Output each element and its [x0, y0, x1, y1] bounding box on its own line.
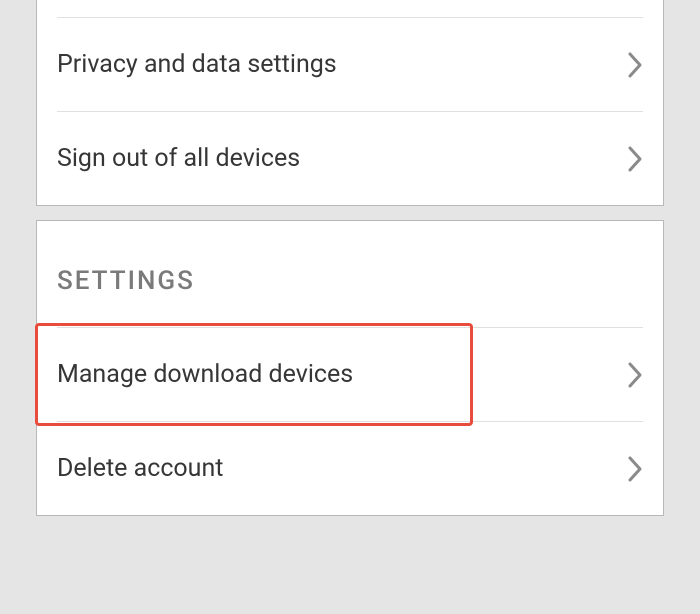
row-label: Privacy and data settings [57, 50, 337, 79]
row-label: Delete account [57, 454, 223, 483]
row-label: Manage download devices [57, 360, 353, 389]
divider [57, 0, 643, 18]
delete-account-row[interactable]: Delete account [57, 422, 643, 515]
chevron-right-icon [628, 146, 643, 172]
sign-out-all-devices-row[interactable]: Sign out of all devices [57, 112, 643, 205]
manage-download-devices-row[interactable]: Manage download devices [57, 328, 643, 422]
chevron-right-icon [628, 456, 643, 482]
chevron-right-icon [628, 362, 643, 388]
section-header-settings: SETTINGS [37, 221, 663, 296]
settings-group-1: Privacy and data settings Sign out of al… [36, 0, 664, 206]
row-label: Sign out of all devices [57, 144, 300, 173]
divider [57, 296, 643, 328]
settings-group-2: SETTINGS Manage download devices Delete … [36, 220, 664, 516]
chevron-right-icon [628, 52, 643, 78]
privacy-and-data-settings-row[interactable]: Privacy and data settings [57, 18, 643, 112]
